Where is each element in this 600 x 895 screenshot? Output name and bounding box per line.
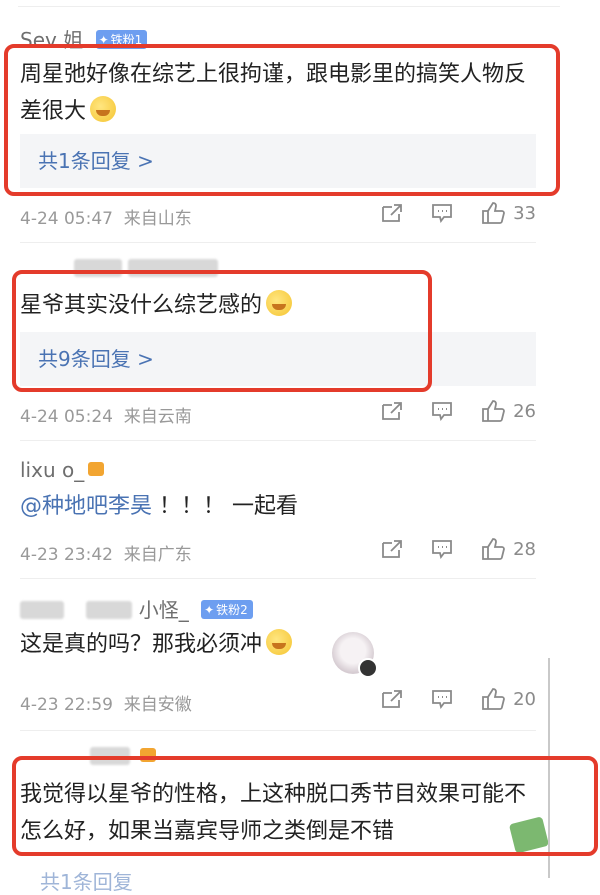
comment-actions: 33 <box>353 202 536 224</box>
comment-actions: 28 <box>353 538 536 560</box>
comment-meta: 4-23 23:42 来自广东 <box>20 545 192 565</box>
share-button[interactable] <box>381 203 403 223</box>
share-button[interactable] <box>381 539 403 559</box>
comment-text: 这是真的吗？那我必须冲 <box>20 626 540 663</box>
divider <box>20 730 536 731</box>
comment-button[interactable] <box>431 539 453 559</box>
excited-emoji-icon <box>266 629 293 655</box>
share-icon <box>382 690 402 708</box>
comment-text: @种地吧李昊 ！！！ 一起看 <box>20 494 299 519</box>
divider <box>20 242 536 243</box>
like-button[interactable]: 26 <box>481 400 536 422</box>
comment-button[interactable] <box>431 203 453 223</box>
divider <box>20 440 536 441</box>
thumbs-up-icon <box>482 538 505 560</box>
comment-username[interactable]: lixu o_ <box>20 458 105 482</box>
like-button[interactable]: 20 <box>481 688 536 710</box>
thumbs-up-icon <box>482 202 505 224</box>
highlight-box <box>12 756 598 856</box>
comment-icon <box>432 402 452 421</box>
comment-icon <box>432 204 452 223</box>
comment-button[interactable] <box>431 401 453 421</box>
like-button[interactable]: 28 <box>481 538 536 560</box>
comment-username[interactable]: 小怪_ ✦ 铁粉2 <box>20 594 253 623</box>
thumbs-up-icon <box>482 400 505 422</box>
share-button[interactable] <box>381 401 403 421</box>
highlight-box <box>4 44 560 196</box>
comment-actions: 26 <box>353 400 536 422</box>
comment-button[interactable] <box>431 689 453 709</box>
panda-icon <box>358 658 378 678</box>
fan-badge: ✦ 铁粉2 <box>201 600 253 619</box>
badge-star-icon: ✦ <box>204 603 215 617</box>
comment-icon <box>432 540 452 559</box>
share-button[interactable] <box>381 689 403 709</box>
share-icon <box>382 540 402 558</box>
comment-meta: 4-24 05:24 来自云南 <box>20 407 192 427</box>
share-icon <box>382 204 402 222</box>
crown-icon <box>88 462 105 476</box>
highlight-box <box>12 270 432 392</box>
comment-meta: 4-23 22:59 来自安徽 <box>20 695 192 715</box>
comment-icon <box>432 690 452 709</box>
like-button[interactable]: 33 <box>481 202 536 224</box>
divider <box>20 578 536 579</box>
share-icon <box>382 402 402 420</box>
blurred-username <box>86 601 133 619</box>
thumbs-up-icon <box>482 688 505 710</box>
comment-actions: 20 <box>353 688 536 710</box>
blurred-username <box>20 601 64 619</box>
top-divider <box>18 6 560 7</box>
comment-meta: 4-24 05:47 来自山东 <box>20 209 192 229</box>
user-mention-link[interactable]: @种地吧李昊 <box>20 494 152 519</box>
